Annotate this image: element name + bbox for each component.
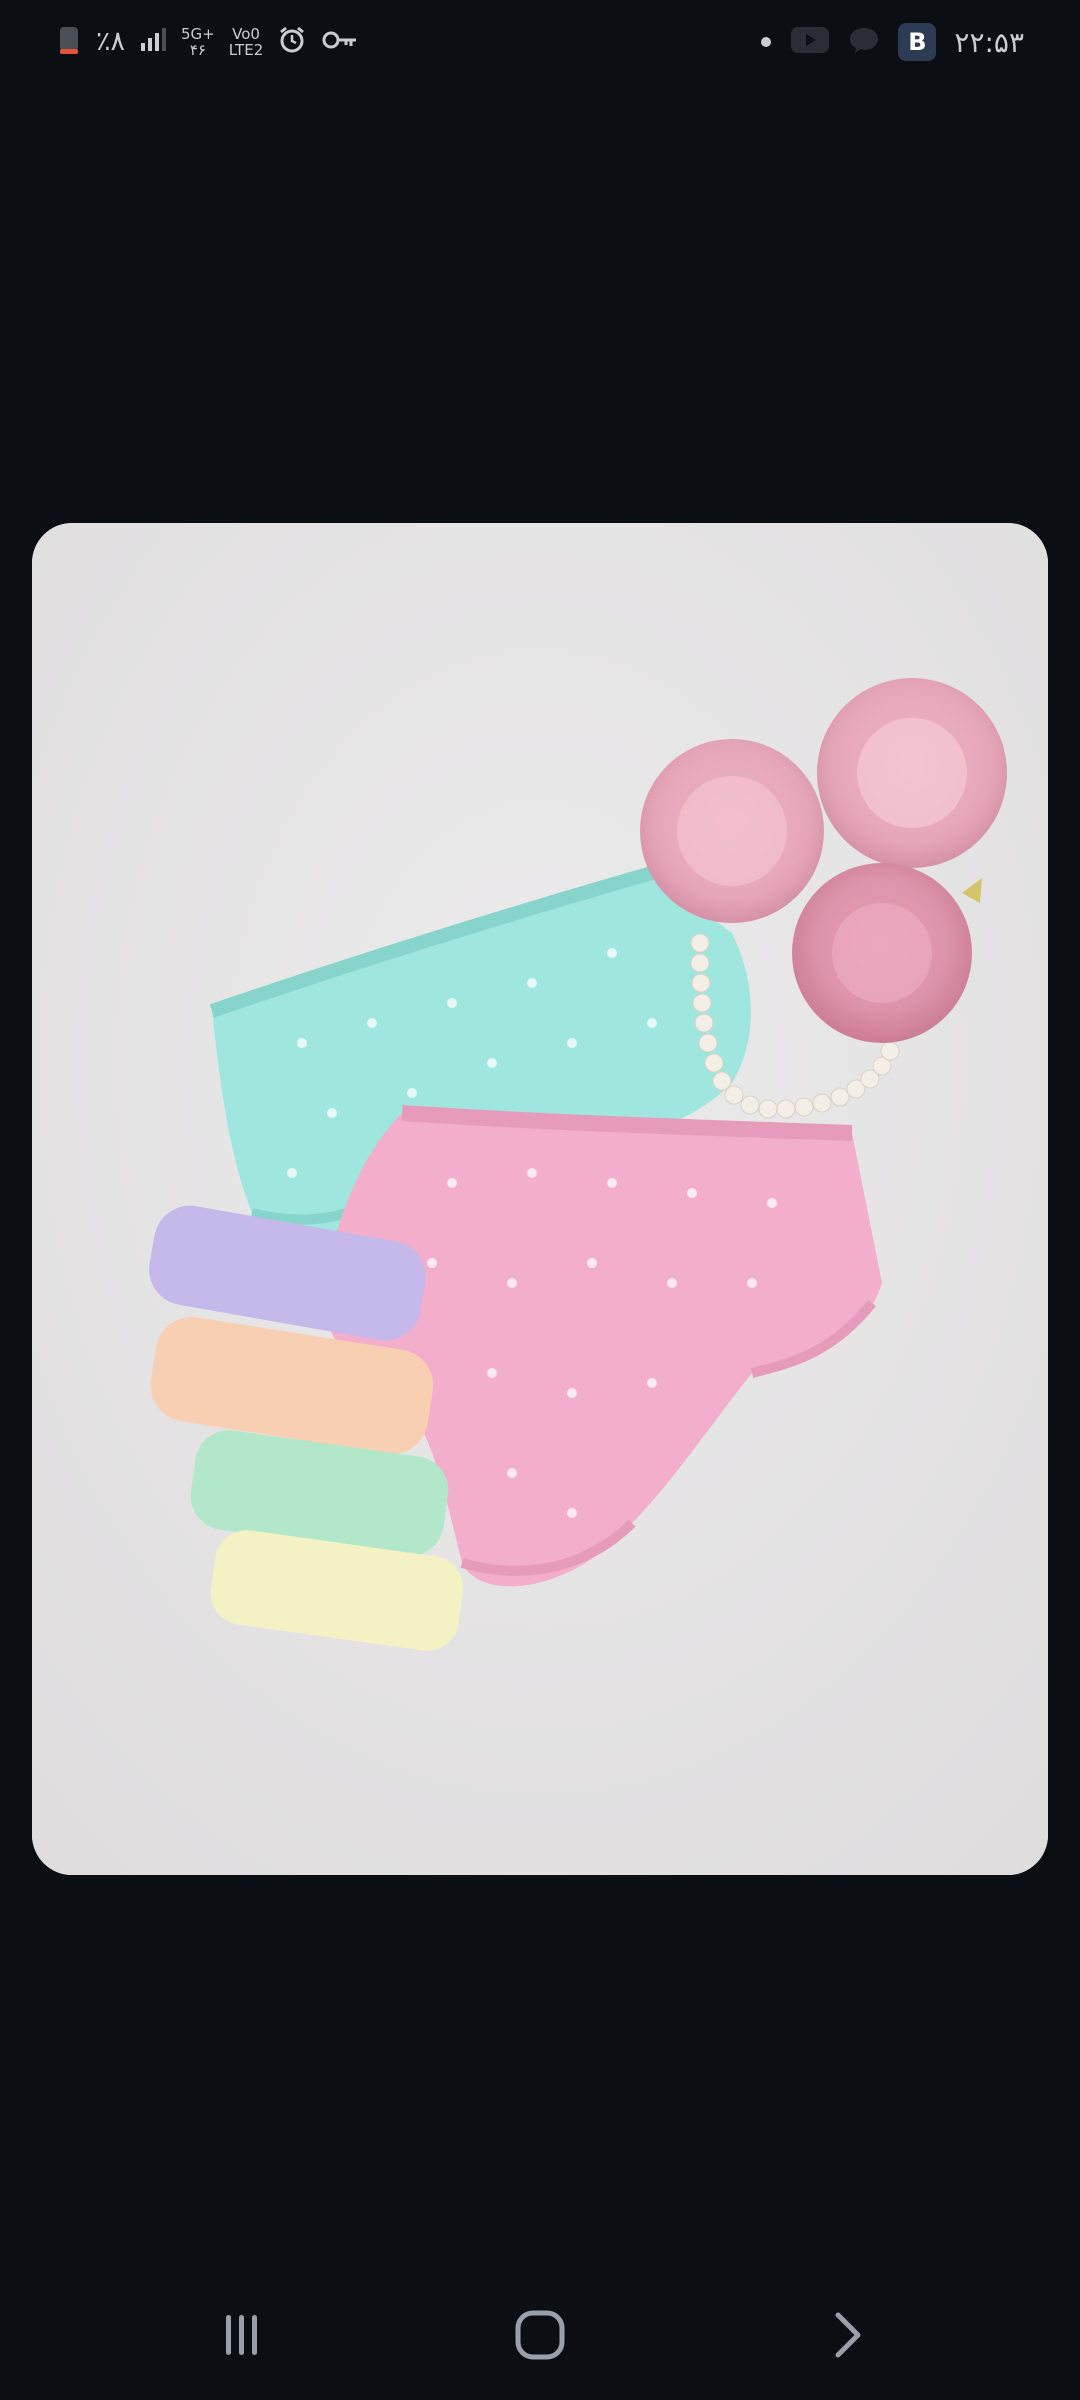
volte-label: Vo0 bbox=[232, 25, 260, 43]
product-photo[interactable] bbox=[32, 523, 1048, 1875]
recent-apps-icon bbox=[226, 2315, 257, 2355]
back-icon bbox=[835, 2312, 861, 2358]
network-label: 5G+ ۴۶ bbox=[181, 26, 215, 58]
battery-icon bbox=[56, 23, 82, 61]
app-badge-icon: B bbox=[898, 23, 937, 61]
home-icon bbox=[515, 2310, 565, 2360]
lte-sub: LTE2 bbox=[228, 41, 264, 59]
status-bar-left: ٪۸ 5G+ ۴۶ Vo0 LTE2 bbox=[56, 20, 359, 64]
alarm-icon bbox=[277, 25, 307, 59]
home-button[interactable] bbox=[510, 2305, 570, 2365]
photo-illustration bbox=[32, 523, 1048, 1875]
dot-icon bbox=[760, 33, 772, 52]
key-icon bbox=[321, 28, 359, 56]
lte-label: Vo0 LTE2 bbox=[229, 26, 263, 58]
clock: ۲۲:۵۳ bbox=[954, 25, 1024, 59]
navigation-bar bbox=[0, 2280, 1080, 2390]
signal-icon bbox=[139, 27, 167, 57]
status-bar: ٪۸ 5G+ ۴۶ Vo0 LTE2 B ۲۲:۵۳ bbox=[0, 0, 1080, 84]
status-bar-right: B ۲۲:۵۳ bbox=[760, 20, 1024, 64]
network-type: 5G+ bbox=[181, 25, 215, 43]
network-sub: ۴۶ bbox=[189, 41, 206, 59]
chat-icon bbox=[848, 25, 880, 59]
youtube-icon bbox=[790, 25, 830, 59]
battery-percent: ٪۸ bbox=[96, 26, 126, 57]
back-button[interactable] bbox=[818, 2305, 878, 2365]
recent-apps-button[interactable] bbox=[212, 2305, 272, 2365]
